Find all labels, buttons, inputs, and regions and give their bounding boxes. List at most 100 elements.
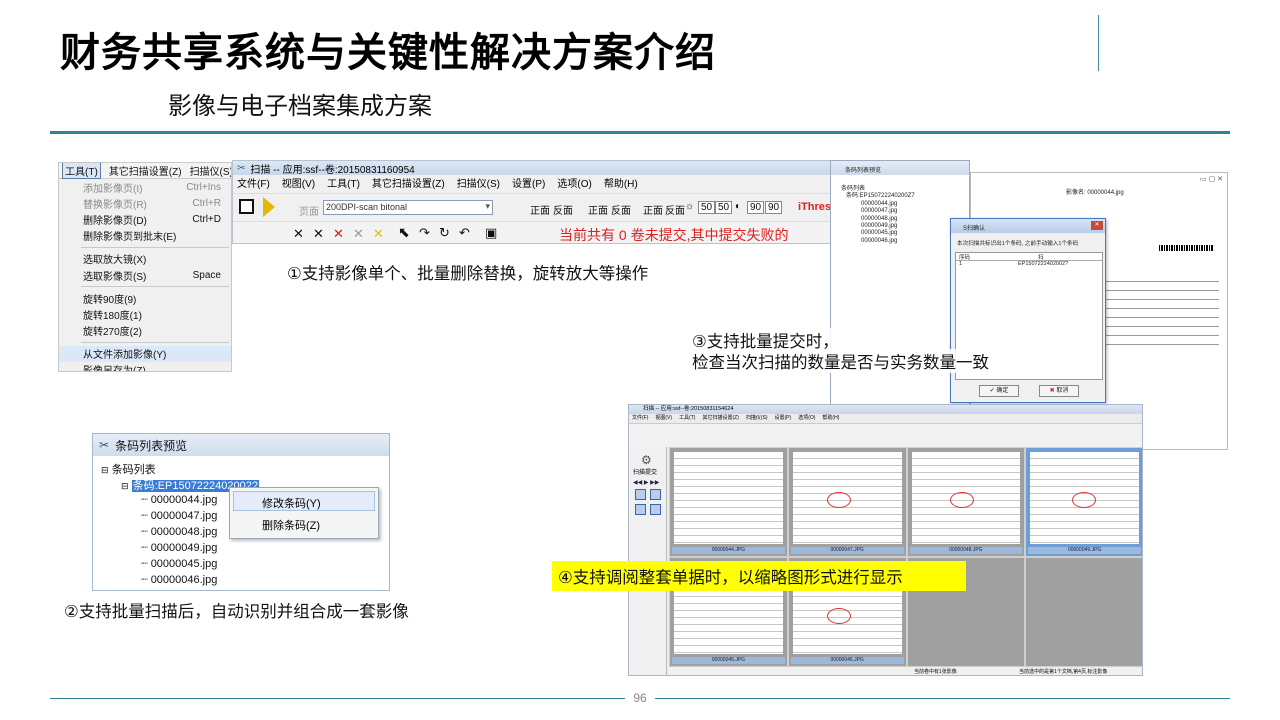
scan-submit-label[interactable]: 扫描提交 [633,467,657,476]
collapse-icon[interactable]: ⊟ [121,481,129,491]
menu-item[interactable]: 从文件添加影像(Y) [59,345,231,362]
confirm-cancel-button[interactable]: ✖ 取消 [1039,385,1079,397]
contrast-field[interactable]: 50 [715,201,733,214]
scanner-icon[interactable]: ⚙ [641,453,652,467]
col-no: 序码 [959,255,971,261]
ctx-edit-barcode[interactable]: 修改条码(Y) [233,491,375,511]
menu-item-label: 添加影像页(I) [83,183,143,195]
scan-menu-item[interactable]: 文件(F) [237,175,270,190]
save-icon[interactable]: ▣ [485,225,497,241]
scan-menu-item[interactable]: 工具(T) [327,175,360,190]
thumb-menu-item[interactable]: 选项(O) [798,414,815,423]
scan-menu-item[interactable]: 设置(P) [512,175,545,190]
thumbnail-page [1030,452,1139,544]
thumbnail-cell[interactable]: 00000044.JPG [670,448,787,556]
front-face-label[interactable]: 正面 [530,202,550,217]
delete-page-icon[interactable]: ✕ [293,226,304,242]
thumb-menu-item[interactable]: 文件(F) [632,414,648,423]
menu-item-label: 旋转90度(9) [83,294,137,306]
scan-menu-item[interactable]: 视图(V) [282,175,315,190]
menu-item[interactable]: 删除影像页到批末(E) [59,228,231,244]
brightness-field[interactable]: 50 [698,201,716,214]
dialog-close-icon[interactable]: ✕ [1091,221,1103,230]
barcode-context-menu: 修改条码(Y) 删除条码(Z) [229,487,379,539]
confirm-ok-button[interactable]: ✔ 确定 [979,385,1019,397]
delete-gray-icon[interactable]: ✕ [353,226,364,242]
tree-file-item[interactable]: ┈ 00000047.jpg [141,509,217,522]
tree-code: 条码:EP150722240200Z7 [846,193,915,200]
rotate-right-icon[interactable]: ↷ [419,225,430,241]
menu-item[interactable]: 选取影像页(S) Space [59,267,231,283]
scan-mode-value: 200DPI-scan bitonal [326,202,408,212]
next-arrow-icon[interactable] [263,197,275,217]
tree-file[interactable]: 00000047.jpg [861,208,915,215]
tree-file[interactable]: 00000048.jpg [861,216,915,223]
front-face-label-3[interactable]: 正面 [643,202,663,217]
tree-root-item[interactable]: ⊟ 条码列表 [101,461,156,477]
rotate-left-icon[interactable]: ↶ [459,225,470,241]
front-face-label-2[interactable]: 正面 [588,202,608,217]
back-face-label-2[interactable]: 反面 [611,202,631,217]
dpi-field-2[interactable]: 90 [765,201,783,214]
layout-9-icon[interactable] [650,504,661,515]
menu-item[interactable]: 旋转90度(9) [59,290,231,306]
collapse-icon[interactable]: ⊟ [101,465,109,475]
thumb-menu-item[interactable]: 扫描仪(S) [746,414,768,423]
delete-red-icon[interactable]: ✕ [333,226,344,242]
thumb-menu-item[interactable]: 帮助(H) [822,414,839,423]
menu-item[interactable]: 影像另存为(Z) [59,362,231,371]
pointer-icon[interactable]: ⬉ [398,224,410,241]
delete-yellow-icon[interactable]: ✕ [373,226,384,242]
scan-menu-item[interactable]: 选项(O) [557,175,591,190]
scan-menu-item[interactable]: 其它扫描设置(Z) [372,175,445,190]
delete-all-icon[interactable]: ✕ [313,226,324,242]
scan-menu-item[interactable]: 扫描仪(S) [457,175,500,190]
layout-4-icon[interactable] [635,504,646,515]
thumbnail-cell[interactable]: 00000047.JPG [788,448,906,556]
thumb-menu-item[interactable]: 工具(T) [679,414,695,423]
thumbnail-label: 00000047.JPG [790,547,904,554]
dpi-field[interactable]: 90 [747,201,765,214]
thresh-label[interactable]: iThres [798,201,831,213]
thumbnail-cell[interactable] [1026,558,1142,666]
tree-file[interactable]: 00000049.jpg [861,223,915,230]
thumbnail-cell[interactable]: 00000049.JPG [1026,448,1142,556]
menu-item[interactable]: 添加影像页(I) Ctrl+Ins [59,179,231,195]
menu-item[interactable]: 替换影像页(R) Ctrl+R [59,195,231,211]
layout-2-icon[interactable] [650,489,661,500]
menubar-scanner[interactable]: 扫描仪(S) [190,163,231,178]
thumb-menu-item[interactable]: 其它扫描设置(Z) [702,414,738,423]
back-face-label[interactable]: 反面 [553,202,573,217]
thumb-menu-item[interactable]: 设置(P) [775,414,792,423]
menu-item[interactable]: 旋转270度(2) [59,323,231,339]
ctx-delete-barcode[interactable]: 删除条码(Z) [233,514,375,534]
tree-file[interactable]: 00000045.jpg [861,230,915,237]
menubar-other-scan-settings[interactable]: 其它扫描设置(Z) [109,163,182,178]
tree-file[interactable]: 00000046.jpg [861,238,915,245]
tree-file[interactable]: 00000044.jpg [861,201,915,208]
tree-file-item[interactable]: ┈ 00000045.jpg [141,557,217,570]
menu-item[interactable]: 删除影像页(D) Ctrl+D [59,211,231,227]
scan-menu-item[interactable]: 帮助(H) [604,175,638,190]
tree-file-item[interactable]: ┈ 00000048.jpg [141,525,217,538]
new-batch-button[interactable] [239,199,254,214]
confirm-table-row[interactable]: 1 EP1507222402002? [956,261,1102,269]
back-face-label-3[interactable]: 反面 [665,202,685,217]
slide-title: 财务共享系统与关键性解决方案介绍 [60,30,716,76]
menu-item[interactable]: 选取放大镜(X) [59,251,231,267]
layout-1-icon[interactable] [635,489,646,500]
confirm-dialog: S扫确认 ✕ 本次扫描共标识出1个条码, 之前手动输入1个条码 序码 扫 1 E… [950,218,1106,403]
chevron-down-icon: ▾ [485,201,490,211]
tree-file-item[interactable]: ┈ 00000044.jpg [141,493,217,506]
scan-window-title: 扫描 -- 应用:ssf--卷:20150831160954 [250,164,415,176]
tree-file-item[interactable]: ┈ 00000046.jpg [141,573,217,586]
nav-buttons[interactable]: ◀◀ ▶ ▶▶ [633,479,659,486]
menubar-tools[interactable]: 工具(T) [62,163,101,179]
tree-file-item[interactable]: ┈ 00000049.jpg [141,541,217,554]
thumbnail-label: 00000048.JPG [909,547,1023,554]
scan-mode-select[interactable]: 200DPI-scan bitonal ▾ [323,200,493,215]
thumbnail-cell[interactable]: 00000048.JPG [907,448,1025,556]
thumb-menu-item[interactable]: 视图(V) [655,414,672,423]
rotate-icon[interactable]: ↻ [439,225,450,241]
menu-item[interactable]: 旋转180度(1) [59,306,231,322]
